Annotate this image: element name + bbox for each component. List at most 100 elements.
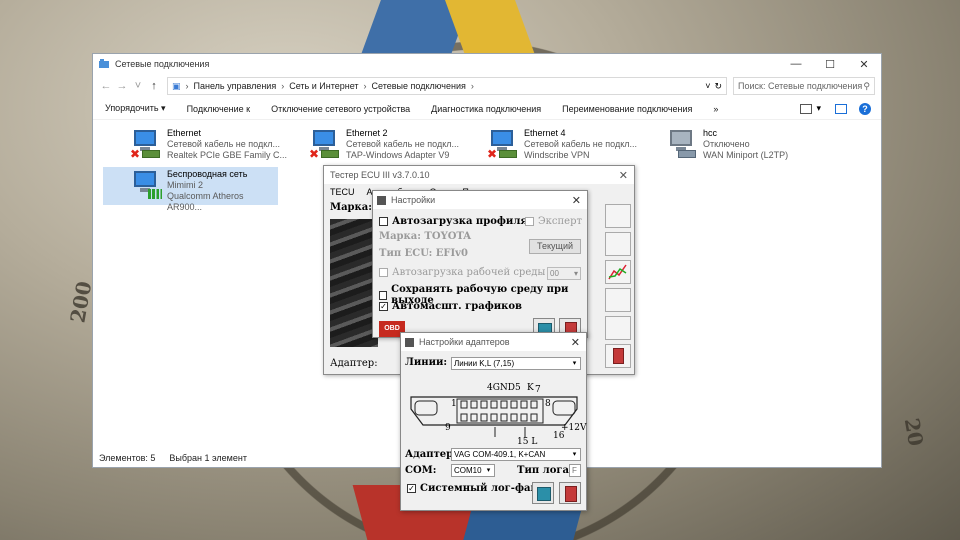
preview-pane-icon[interactable]	[835, 103, 847, 114]
com-value: COM10	[454, 466, 482, 475]
blank-tool-button[interactable]	[605, 232, 631, 256]
chevron-down-icon: ▾	[486, 467, 491, 474]
pin-k-label: K	[527, 383, 534, 393]
recent-dropdown-icon[interactable]: ˅	[131, 80, 145, 92]
connection-name: hcc	[703, 128, 718, 138]
forward-arrow-icon[interactable]: →	[115, 80, 129, 92]
breadcrumb-chevron-icon: ›	[470, 81, 474, 91]
close-icon[interactable]: ✕	[571, 336, 580, 349]
breadcrumb-chevron-icon: ›	[363, 81, 367, 91]
rename-button[interactable]: Переименование подключения	[562, 104, 692, 114]
ethernet-adapter-icon: ✖	[487, 128, 519, 160]
close-icon[interactable]: ✕	[572, 194, 581, 207]
checkbox-box-checked: ✓	[379, 302, 388, 311]
system-log-label: Системный лог-файл	[420, 483, 545, 494]
autoload-profile-checkbox[interactable]: Автозагрузка профиля	[379, 216, 528, 227]
exit-button[interactable]	[559, 482, 581, 504]
breadcrumb-network-connections[interactable]: Сетевые подключения	[372, 81, 466, 91]
checkbox-box	[379, 290, 388, 300]
close-button[interactable]: ✕	[847, 54, 881, 74]
connection-name: Ethernet 2	[346, 128, 388, 138]
blank-tool-button[interactable]	[605, 288, 631, 312]
settings-title: Настройки	[391, 195, 436, 205]
connection-ethernet-4[interactable]: ✖ Ethernet 4 Сетевой кабель не подкл... …	[483, 126, 658, 164]
chevron-down-icon: ▾	[572, 451, 577, 458]
ecu-type-value: Тип ECU: EFIv0	[379, 248, 468, 259]
adapter-titlebar: Настройки адаптеров ✕	[401, 333, 586, 351]
up-arrow-icon[interactable]: ↑	[147, 80, 161, 92]
change-view-icon[interactable]	[800, 103, 813, 114]
autoload-profile-label: Автозагрузка профиля	[392, 216, 528, 227]
system-log-checkbox[interactable]: ✓ Системный лог-файл	[407, 483, 545, 494]
close-icon[interactable]: ✕	[619, 169, 628, 182]
ethernet-adapter-icon: ✖	[130, 128, 162, 160]
view-dropdown-icon[interactable]: ▾	[816, 103, 821, 114]
expert-label: Эксперт	[538, 216, 583, 227]
connection-status: Отключено	[703, 139, 750, 149]
autoscale-checkbox[interactable]: ✓ Автомасшт. графиков	[379, 301, 522, 312]
address-bar-row: ← → ˅ ↑ ▣ › Панель управления › Сеть и И…	[93, 74, 881, 98]
log-type-input[interactable]: F	[569, 464, 581, 477]
save-button[interactable]	[532, 482, 554, 504]
exit-icon[interactable]	[605, 344, 631, 368]
connection-adapter: Windscribe VPN	[524, 150, 590, 160]
breadcrumb-control-panel[interactable]: Панель управления	[194, 81, 277, 91]
graph-icon[interactable]	[605, 260, 631, 284]
refresh-icon[interactable]: ↻	[714, 81, 722, 92]
address-box[interactable]: ▣ › Панель управления › Сеть и Интернет …	[167, 77, 727, 95]
key-icon[interactable]	[605, 204, 631, 228]
connect-to-button[interactable]: Подключение к	[187, 104, 251, 114]
connection-status: Сетевой кабель не подкл...	[167, 139, 280, 149]
car-photo	[330, 219, 378, 347]
pin-1-label: 1	[451, 399, 457, 409]
menu-tecu[interactable]: TECU	[330, 187, 355, 197]
more-commands-button[interactable]: »	[713, 104, 718, 114]
adapter-value: VAG COM-409.1, K+CAN	[454, 450, 546, 459]
connection-wireless[interactable]: Беспроводная сеть Mimimi 2 Qualcomm Athe…	[103, 167, 278, 212]
organize-button[interactable]: Упорядочить ▾	[105, 103, 166, 114]
lines-select[interactable]: Линии K,L (7,15) ▾	[451, 357, 581, 370]
diagnose-button[interactable]: Диагностика подключения	[431, 104, 541, 114]
minimize-button[interactable]: —	[779, 54, 813, 74]
address-dropdown-icon[interactable]: ˅	[705, 81, 710, 91]
pin-15l-label: 15 L	[517, 437, 538, 447]
pin-8-label: 8	[545, 399, 551, 409]
connection-adapter: Qualcomm Atheros AR900...	[167, 191, 244, 212]
search-icon: ⚲	[863, 80, 870, 91]
pins-top-label: 4GND5	[487, 383, 521, 393]
current-button[interactable]: Текущий	[529, 239, 581, 254]
maximize-button[interactable]: ☐	[813, 54, 847, 74]
settings-titlebar: Настройки ✕	[373, 191, 587, 209]
chevron-down-icon: ▾	[573, 269, 578, 278]
back-arrow-icon[interactable]: ←	[99, 80, 113, 92]
connection-ethernet[interactable]: ✖ Ethernet Сетевой кабель не подкл... Re…	[126, 126, 301, 164]
autoload-env-checkbox[interactable]: Автозагрузка рабочей среды №	[379, 267, 558, 278]
connection-status: Сетевой кабель не подкл...	[346, 139, 459, 149]
connection-name: Беспроводная сеть	[167, 169, 248, 179]
connection-ethernet-2[interactable]: ✖ Ethernet 2 Сетевой кабель не подкл... …	[305, 126, 480, 164]
copy-icon[interactable]	[605, 316, 631, 340]
ecu-title: Тестер ECU III v3.7.0.10	[330, 170, 430, 180]
disable-device-button[interactable]: Отключение сетевого устройства	[271, 104, 410, 114]
com-select[interactable]: COM10 ▾	[451, 464, 495, 477]
expert-checkbox[interactable]: Эксперт	[525, 216, 582, 227]
adapter-settings-dialog: Настройки адаптеров ✕ Линии: Линии K,L (…	[400, 332, 587, 511]
help-icon[interactable]: ?	[859, 102, 871, 115]
command-bar: Упорядочить ▾ Подключение к Отключение с…	[93, 98, 881, 120]
ethernet-adapter-icon: ✖	[309, 128, 341, 160]
marka-label: Марка:	[330, 202, 372, 213]
breadcrumb-network-internet[interactable]: Сеть и Интернет	[289, 81, 358, 91]
search-input[interactable]: Поиск: Сетевые подключения ⚲	[733, 77, 875, 95]
obd-connector-diagram: 4GND5 K 7 1 8 9 16 15 L +12V	[405, 381, 587, 447]
adapter-app-icon	[405, 337, 414, 347]
pin-9-label: 9	[445, 423, 451, 433]
floppy-disk-icon	[537, 487, 551, 501]
adapter-select[interactable]: VAG COM-409.1, K+CAN ▾	[451, 448, 581, 461]
env-number-select[interactable]: 00 ▾	[547, 267, 581, 280]
explorer-title: Сетевые подключения	[115, 59, 210, 69]
settings-dialog: Настройки ✕ Автозагрузка профиля Эксперт…	[372, 190, 588, 340]
connection-hcc[interactable]: hcc Отключено WAN Miniport (L2TP)	[662, 126, 837, 164]
checkbox-box	[379, 217, 388, 226]
adapter-title: Настройки адаптеров	[419, 337, 510, 347]
checkbox-box	[379, 268, 388, 277]
